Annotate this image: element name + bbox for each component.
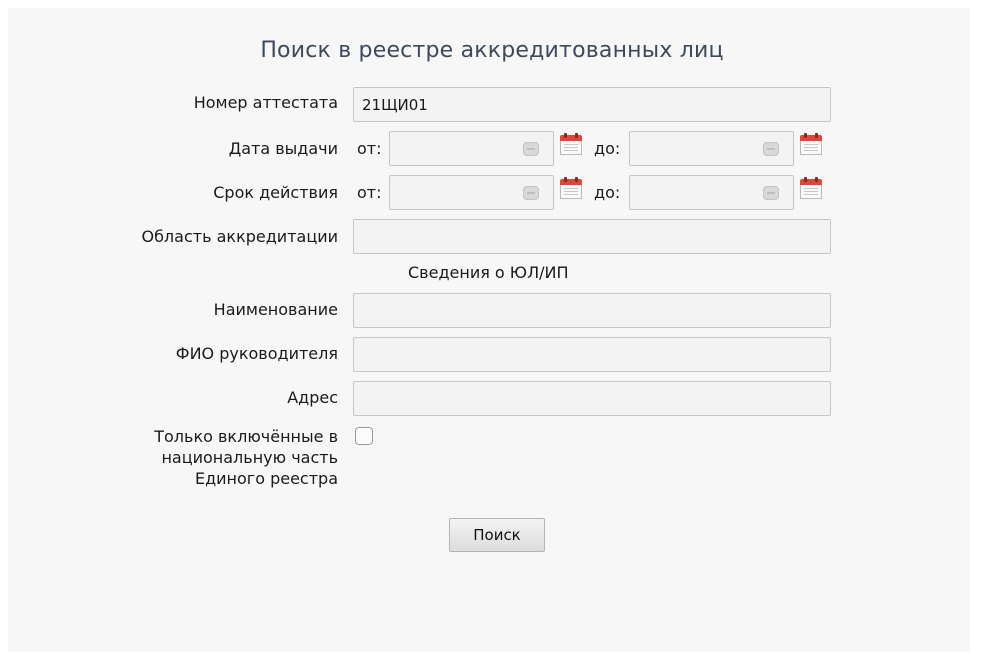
validity-to-label: до: (594, 183, 621, 202)
issue-date-label: Дата выдачи (228, 139, 338, 158)
accreditation-area-input[interactable] (353, 219, 831, 254)
issue-date-from-label: от: (357, 139, 382, 158)
clear-icon[interactable] (523, 142, 539, 156)
name-label: Наименование (213, 300, 338, 319)
entity-section-title: Сведения о ЮЛ/ИП (408, 263, 569, 282)
calendar-icon[interactable] (800, 133, 822, 155)
calendar-icon[interactable] (560, 133, 582, 155)
validity-label: Срок действия (213, 183, 338, 202)
clear-icon[interactable] (763, 142, 779, 156)
certificate-number-input[interactable] (353, 87, 831, 122)
validity-from-label: от: (357, 183, 382, 202)
issue-date-to-label: до: (594, 139, 621, 158)
address-label: Адрес (287, 388, 338, 407)
national-only-label: Только включённые в национальную часть Е… (154, 427, 338, 488)
clear-icon[interactable] (763, 186, 779, 200)
validity-from-input[interactable] (389, 175, 554, 210)
name-input[interactable] (353, 293, 831, 328)
clear-icon[interactable] (523, 186, 539, 200)
issue-date-to-input[interactable] (629, 131, 794, 166)
calendar-icon[interactable] (560, 177, 582, 199)
address-input[interactable] (353, 381, 831, 416)
page-title: Поиск в реестре аккредитованных лиц (260, 38, 724, 63)
director-label: ФИО руководителя (175, 344, 338, 363)
calendar-icon[interactable] (800, 177, 822, 199)
search-button[interactable]: Поиск (449, 518, 545, 552)
certificate-number-label: Номер аттестата (193, 93, 338, 112)
issue-date-from-input[interactable] (389, 131, 554, 166)
national-only-checkbox[interactable] (355, 427, 373, 445)
director-input[interactable] (353, 337, 831, 372)
accreditation-area-label: Область аккредитации (141, 227, 338, 246)
validity-to-input[interactable] (629, 175, 794, 210)
